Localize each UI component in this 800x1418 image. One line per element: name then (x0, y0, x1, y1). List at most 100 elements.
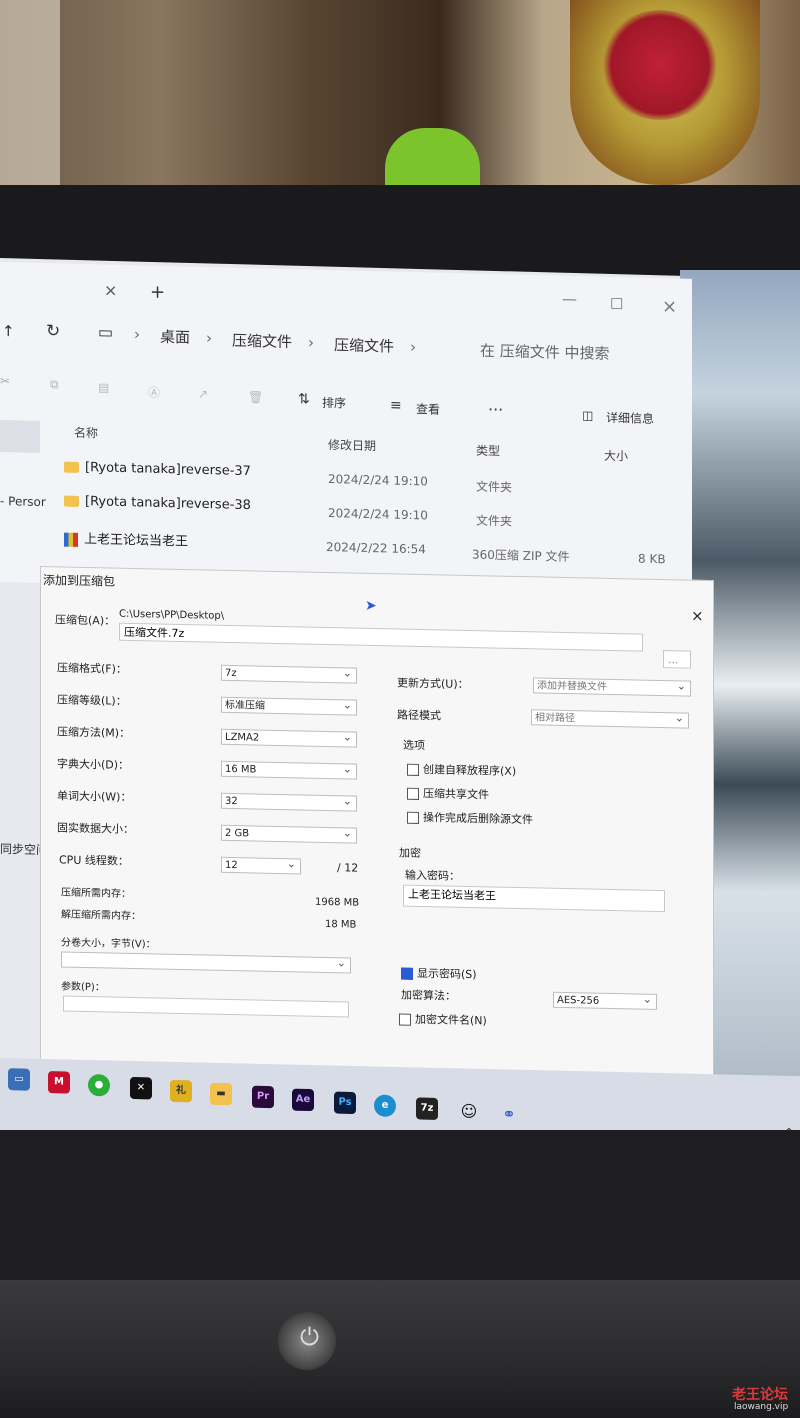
column-type[interactable]: 类型 (476, 442, 500, 460)
folder-icon (64, 495, 79, 507)
show-password-checkbox[interactable]: 显示密码(S) (401, 965, 477, 983)
file-type: 360压缩 ZIP 文件 (472, 547, 570, 564)
sort-icon[interactable]: ⇅ (298, 391, 310, 407)
cut-icon[interactable]: ✂ (0, 374, 10, 388)
rename-icon[interactable]: Ⓐ (148, 384, 160, 401)
format-select[interactable]: 7z (221, 664, 357, 684)
breadcrumb-folder-2[interactable]: 压缩文件 (334, 334, 394, 356)
details-icon[interactable]: ◫ (582, 408, 593, 422)
share-icon[interactable]: ↗ (198, 387, 208, 401)
new-tab-button[interactable]: + (150, 282, 165, 303)
level-select[interactable]: 标准压缩 (221, 696, 357, 716)
method-label: 压缩方法(M)： (57, 725, 131, 740)
chevron-right-icon: › (134, 325, 140, 344)
opt-sfx-checkbox[interactable]: 创建自释放程序(X) (407, 761, 516, 779)
sidebar-item-persona[interactable]: - Persor (0, 494, 46, 509)
maximize-button[interactable]: ☐ (610, 295, 623, 313)
search-input[interactable]: 在 压缩文件 中搜索 (480, 340, 610, 364)
level-label: 压缩等级(L)： (57, 693, 127, 708)
paste-icon[interactable]: ▤ (98, 380, 109, 394)
folder-icon (64, 461, 79, 473)
solid-select[interactable]: 2 GB (221, 824, 357, 844)
chevron-right-icon: › (410, 338, 416, 357)
mem-comp-value: 1968 MB (315, 896, 360, 909)
breadcrumb-desktop[interactable]: 桌面 (160, 326, 190, 348)
details-button[interactable]: 详细信息 (606, 409, 654, 427)
params-field[interactable] (63, 995, 349, 1018)
enc-method-label: 加密算法： (401, 988, 456, 1003)
capcut-icon[interactable]: ✕ (130, 1076, 152, 1100)
browse-button[interactable]: ... (663, 650, 691, 669)
chevron-right-icon: › (308, 333, 314, 352)
photoshop-icon[interactable]: Ps (334, 1091, 356, 1115)
path-mode-label: 路径模式 (397, 708, 441, 723)
opt-shared-checkbox[interactable]: 压缩共享文件 (407, 785, 489, 803)
file-modified: 2024/2/24 19:10 (328, 506, 428, 523)
monitor-icon[interactable]: ▭ (8, 1068, 30, 1091)
laptop-hinge (0, 1280, 800, 1418)
aftereffects-icon[interactable]: Ae (292, 1088, 314, 1112)
view-icon[interactable]: ≡ (390, 398, 402, 414)
sidebar-selected-item[interactable] (0, 420, 40, 453)
archive-name-field[interactable]: 压缩文件.7z (119, 622, 643, 652)
path-mode-select[interactable]: 相对路径 (531, 709, 689, 729)
opt-delete-checkbox[interactable]: 操作完成后删除源文件 (407, 809, 533, 828)
view-button[interactable]: 查看 (416, 400, 440, 418)
solid-label: 固实数据大小： (57, 821, 134, 836)
column-name[interactable]: 名称 (74, 424, 98, 442)
minimize-button[interactable]: — (562, 290, 577, 308)
chevron-right-icon: › (206, 329, 212, 348)
threads-label: CPU 线程数： (59, 853, 129, 868)
method-select[interactable]: LZMA2 (221, 728, 357, 748)
app-icon[interactable]: 礼 (170, 1079, 192, 1103)
mem-decomp-label: 解压缩所需内存： (61, 909, 141, 923)
7zip-icon[interactable]: 7z (416, 1097, 438, 1120)
watermark-name: 老王论坛 (732, 1387, 788, 1403)
copy-icon[interactable]: ⧉ (50, 377, 59, 392)
network-icon[interactable]: ⚭ (498, 1103, 520, 1125)
update-label: 更新方式(U)： (397, 676, 469, 691)
file-name: [Ryota tanaka]reverse-38 (85, 494, 251, 514)
premiere-icon[interactable]: Pr (252, 1085, 274, 1109)
file-size: 8 KB (638, 551, 666, 567)
file-row[interactable]: [Ryota tanaka]reverse-37 (64, 460, 251, 479)
split-label: 分卷大小，字节(V)： (61, 937, 156, 951)
mem-decomp-value: 18 MB (325, 918, 357, 931)
file-explorer-window: × + — ☐ × ↑ ↻ ▭ › 桌面 › 压缩文件 › 压缩文件 › 在 压… (0, 262, 692, 857)
close-window-button[interactable]: × (662, 296, 677, 317)
file-row[interactable]: 上老王论坛当老王 (64, 528, 188, 550)
qq-icon[interactable]: ☺ (458, 1100, 480, 1122)
file-modified: 2024/2/22 16:54 (326, 539, 426, 557)
tab-close-button[interactable]: × (104, 281, 117, 300)
dict-select[interactable]: 16 MB (221, 760, 357, 780)
delete-icon[interactable]: 🗑 (248, 390, 263, 404)
enc-method-select[interactable]: AES-256 (553, 991, 657, 1010)
split-select[interactable] (61, 951, 351, 974)
mcafee-icon[interactable]: M (48, 1071, 70, 1094)
wechat-icon[interactable]: ● (88, 1073, 110, 1097)
breadcrumb-folder-1[interactable]: 压缩文件 (232, 330, 292, 352)
dialog-close-button[interactable]: × (691, 607, 704, 625)
zip-file-icon (64, 532, 78, 547)
watermark-url: laowang.vip (734, 1402, 789, 1412)
up-arrow-icon[interactable]: ↑ (2, 322, 15, 340)
sort-button[interactable]: 排序 (322, 394, 346, 412)
file-name: 上老王论坛当老王 (84, 532, 189, 550)
password-field[interactable]: 上老王论坛当老王 (403, 884, 665, 913)
password-label: 输入密码： (405, 868, 460, 883)
enc-filenames-checkbox[interactable]: 加密文件名(N) (399, 1011, 487, 1029)
edge-icon[interactable]: e (374, 1094, 396, 1117)
refresh-icon[interactable]: ↻ (46, 321, 60, 341)
explorer-icon[interactable]: ▬ (210, 1082, 232, 1106)
mem-comp-label: 压缩所需内存： (61, 887, 131, 900)
threads-select[interactable]: 12 (221, 856, 301, 875)
more-button[interactable]: ··· (488, 400, 503, 419)
options-group-label: 选项 (403, 738, 425, 753)
file-row[interactable]: [Ryota tanaka]reverse-38 (64, 494, 251, 514)
column-size[interactable]: 大小 (604, 447, 628, 465)
word-select[interactable]: 32 (221, 792, 357, 812)
update-select[interactable]: 添加并替换文件 (533, 677, 691, 697)
monitor-icon[interactable]: ▭ (98, 322, 113, 341)
dict-label: 字典大小(D)： (57, 757, 130, 772)
column-modified[interactable]: 修改日期 (328, 436, 376, 454)
